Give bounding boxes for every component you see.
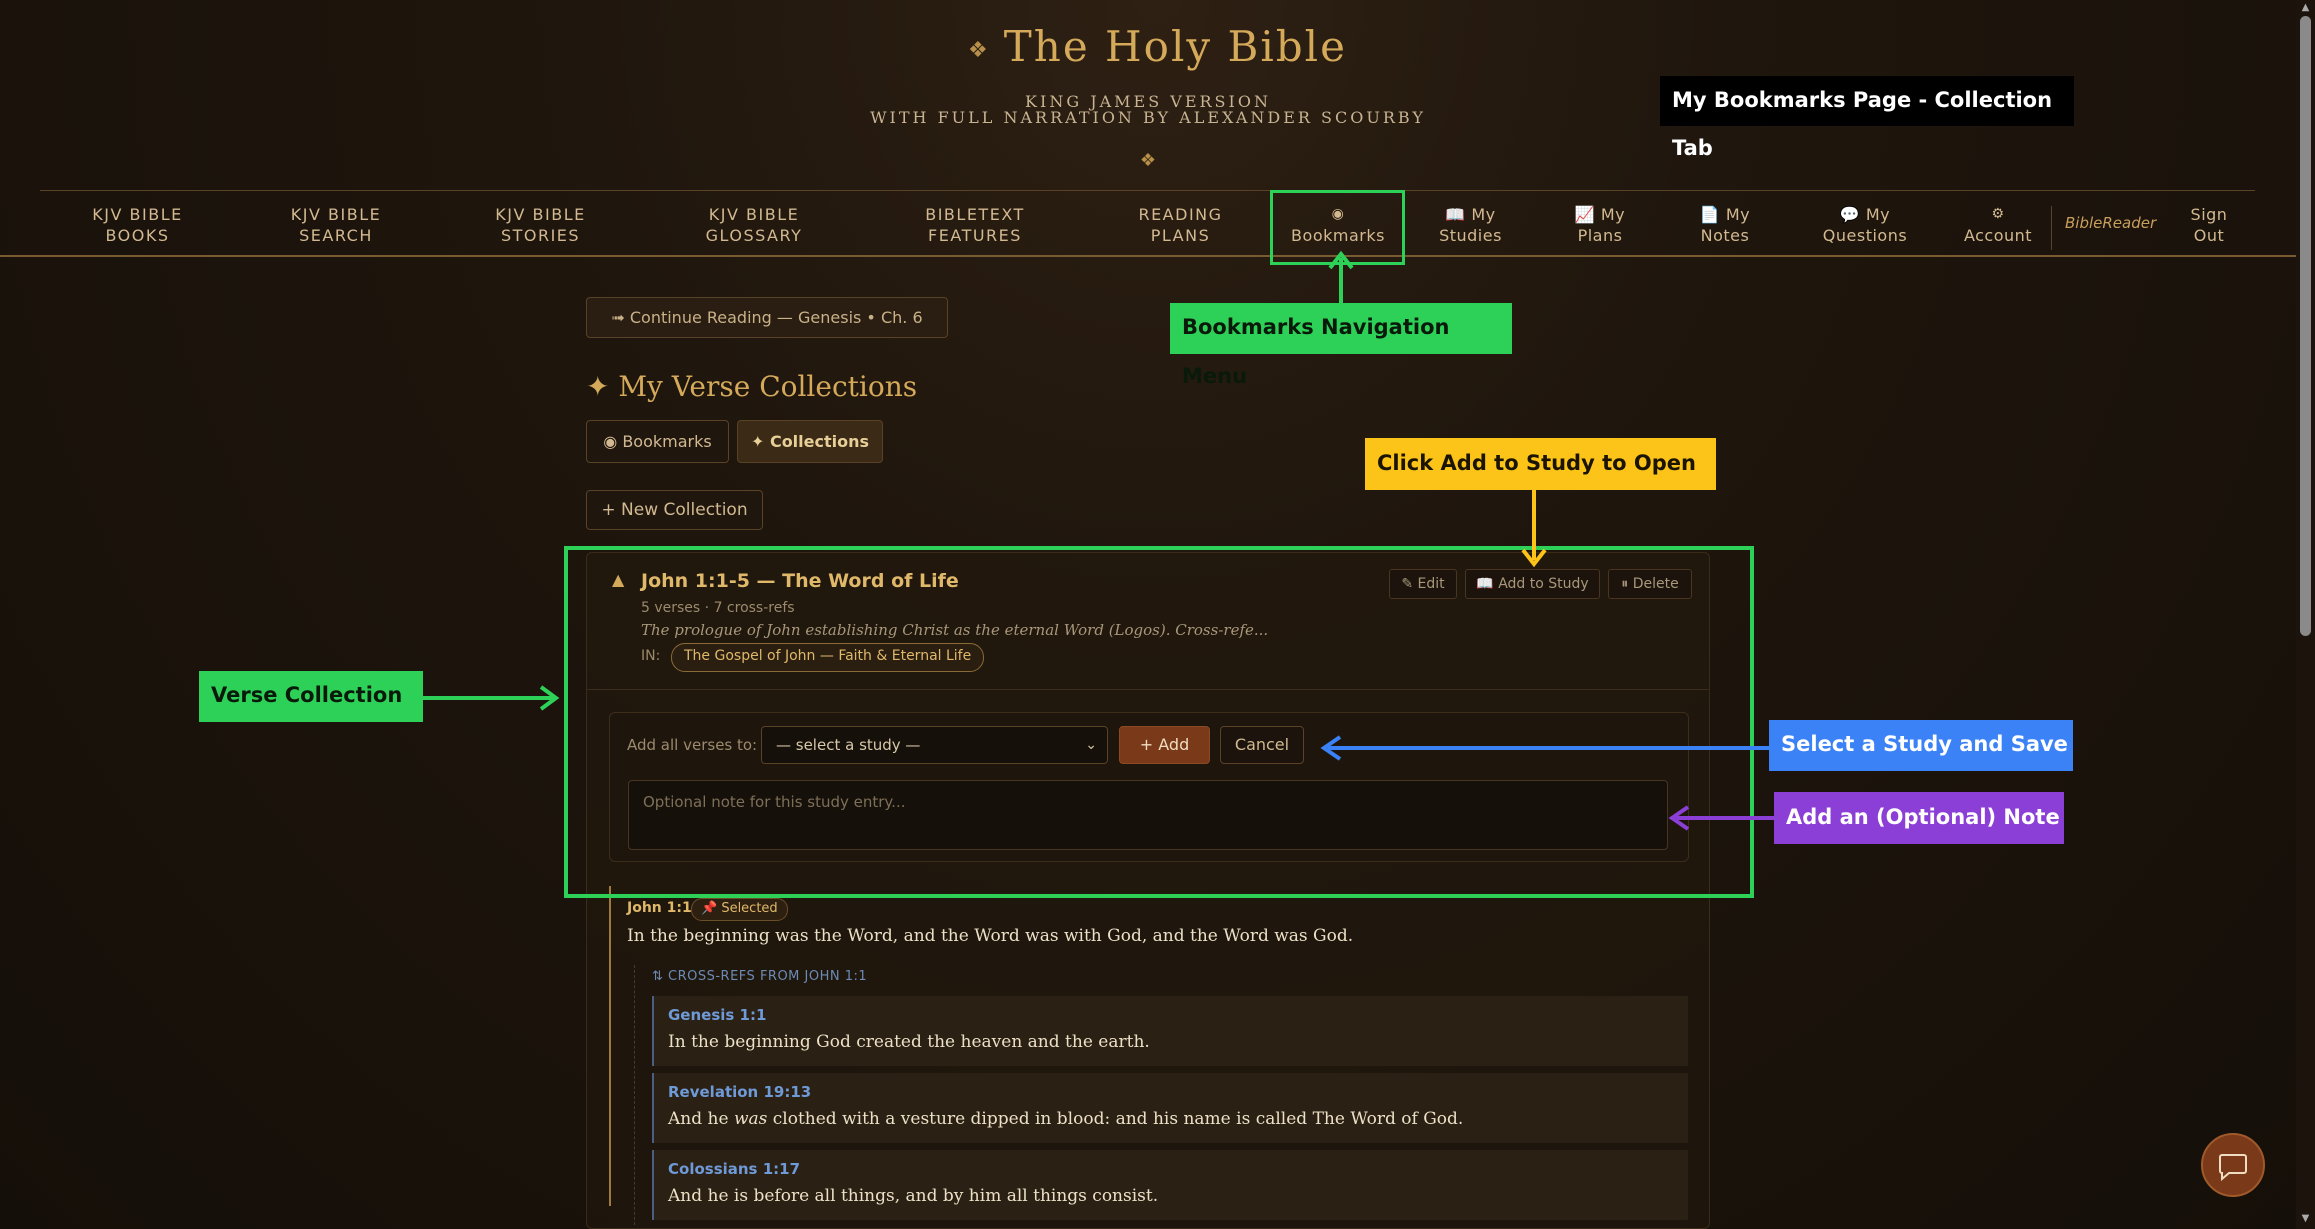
annotation-nav-menu: Bookmarks Navigation Menu bbox=[1170, 303, 1512, 388]
scrollbar-thumb[interactable] bbox=[2300, 16, 2311, 636]
annotation-select-study: Select a Study and Save bbox=[1769, 720, 2073, 771]
annotation-optional-note: Add an (Optional) Note bbox=[1774, 792, 2064, 844]
scroll-up-arrow-icon[interactable]: ▲ bbox=[2299, 2, 2312, 14]
annotation-add-to-study: Click Add to Study to Open bbox=[1365, 438, 1716, 490]
annotation-page-label: My Bookmarks Page - Collection Tab bbox=[1660, 76, 2074, 160]
annotation-verse-collection: Verse Collection bbox=[199, 671, 423, 722]
annotation-arrows bbox=[423, 250, 1774, 831]
scroll-down-arrow-icon[interactable]: ▼ bbox=[2299, 1213, 2312, 1225]
